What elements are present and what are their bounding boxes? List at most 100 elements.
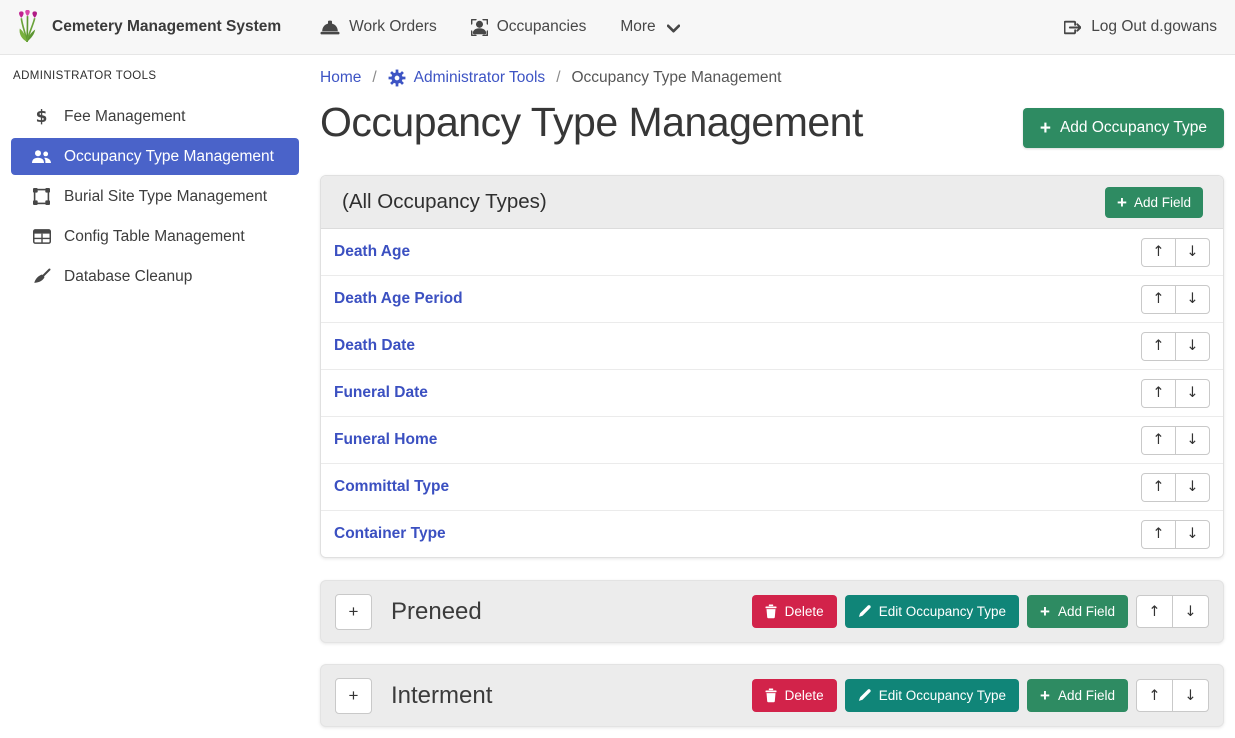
top-navbar: Cemetery Management System Work Orders O… <box>0 0 1235 55</box>
add-occupancy-type-button[interactable]: + Add Occupancy Type <box>1023 108 1224 148</box>
sidebar-item-burial-site-type-management[interactable]: Burial Site Type Management <box>11 178 299 215</box>
breadcrumb-admin-tools[interactable]: Administrator Tools <box>388 69 546 87</box>
add-field-button[interactable]: + Add Field <box>1027 595 1128 628</box>
sidebar-heading: ADMINISTRATOR TOOLS <box>0 55 310 95</box>
pencil-icon <box>858 605 871 618</box>
tulip-logo-icon <box>14 10 41 45</box>
move-down-button[interactable]: ↓ <box>1175 332 1210 361</box>
breadcrumb-home[interactable]: Home <box>320 69 361 87</box>
app-title: Cemetery Management System <box>52 18 281 36</box>
field-link-death-date[interactable]: Death Date <box>334 337 415 355</box>
field-link-death-age-period[interactable]: Death Age Period <box>334 290 463 308</box>
sidebar-item-occupancy-type-management[interactable]: Occupancy Type Management <box>11 138 299 175</box>
arrow-down-icon: ↓ <box>1186 479 1198 495</box>
move-up-button[interactable]: ↑ <box>1141 379 1176 408</box>
move-down-button[interactable]: ↓ <box>1175 426 1210 455</box>
add-field-button[interactable]: + Add Field <box>1105 187 1203 218</box>
logout-icon <box>1064 19 1081 36</box>
arrow-down-icon: ↓ <box>1186 385 1198 401</box>
sidebar-item-database-cleanup[interactable]: Database Cleanup <box>11 258 299 295</box>
field-row: Committal Type ↑ ↓ <box>321 464 1223 511</box>
hard-hat-icon <box>320 20 340 35</box>
occupancy-type-section-preneed: + Preneed Delete Edit <box>320 580 1224 643</box>
field-link-container-type[interactable]: Container Type <box>334 525 446 543</box>
field-link-funeral-home[interactable]: Funeral Home <box>334 431 437 449</box>
sidebar-item-config-table-management[interactable]: Config Table Management <box>11 218 299 255</box>
nav-work-orders-label: Work Orders <box>349 18 437 36</box>
field-link-funeral-date[interactable]: Funeral Date <box>334 384 428 402</box>
app-brand[interactable]: Cemetery Management System <box>14 10 281 45</box>
move-up-button[interactable]: ↑ <box>1141 426 1176 455</box>
field-row: Death Age Period ↑ ↓ <box>321 276 1223 323</box>
broom-icon <box>30 268 53 285</box>
plus-icon: + <box>349 686 359 706</box>
move-up-button[interactable]: ↑ <box>1141 332 1176 361</box>
plus-icon: + <box>349 602 359 622</box>
move-down-button[interactable]: ↓ <box>1172 679 1209 712</box>
edit-occupancy-type-button[interactable]: Edit Occupancy Type <box>845 595 1019 628</box>
nav-more-label: More <box>620 18 655 36</box>
move-up-button[interactable]: ↑ <box>1136 679 1173 712</box>
arrow-up-icon: ↑ <box>1152 479 1164 495</box>
sidebar-item-fee-management[interactable]: $ Fee Management <box>11 98 299 135</box>
trash-icon <box>765 604 777 619</box>
edit-occupancy-type-button[interactable]: Edit Occupancy Type <box>845 679 1019 712</box>
move-down-button[interactable]: ↓ <box>1172 595 1209 628</box>
breadcrumb-admin-tools-label: Administrator Tools <box>414 69 546 87</box>
arrow-down-icon: ↓ <box>1186 338 1198 354</box>
plus-icon: + <box>1117 194 1127 211</box>
move-down-button[interactable]: ↓ <box>1175 238 1210 267</box>
reorder-controls: ↑ ↓ <box>1136 679 1209 712</box>
main-content: Home / Administrator Tools / Occupancy T… <box>320 55 1224 727</box>
gear-icon <box>388 69 406 87</box>
delete-button[interactable]: Delete <box>752 595 837 628</box>
users-icon <box>30 150 53 164</box>
arrow-down-icon: ↓ <box>1186 526 1198 542</box>
sidebar-item-label: Database Cleanup <box>64 268 192 286</box>
move-down-button[interactable]: ↓ <box>1175 379 1210 408</box>
arrow-up-icon: ↑ <box>1152 432 1164 448</box>
delete-label: Delete <box>785 604 824 619</box>
arrow-up-icon: ↑ <box>1152 526 1164 542</box>
section-actions: Delete Edit Occupancy Type + Add Field ↑… <box>752 679 1209 712</box>
nav-more[interactable]: More <box>603 18 696 36</box>
reorder-controls: ↑ ↓ <box>1141 379 1210 408</box>
move-down-button[interactable]: ↓ <box>1175 520 1210 549</box>
logout-link[interactable]: Log Out d.gowans <box>1064 18 1221 36</box>
delete-button[interactable]: Delete <box>752 679 837 712</box>
breadcrumb: Home / Administrator Tools / Occupancy T… <box>320 55 1224 87</box>
section-actions: Delete Edit Occupancy Type + Add Field ↑… <box>752 595 1209 628</box>
move-up-button[interactable]: ↑ <box>1136 595 1173 628</box>
add-field-label: Add Field <box>1134 195 1191 210</box>
person-bounding-box-icon <box>471 19 488 36</box>
field-link-committal-type[interactable]: Committal Type <box>334 478 449 496</box>
reorder-controls: ↑ ↓ <box>1141 473 1210 502</box>
expand-button[interactable]: + <box>335 678 372 714</box>
breadcrumb-separator: / <box>372 69 376 87</box>
field-link-death-age[interactable]: Death Age <box>334 243 410 261</box>
title-row: Occupancy Type Management + Add Occupanc… <box>320 99 1224 148</box>
edit-occupancy-type-label: Edit Occupancy Type <box>879 688 1006 703</box>
nav-occupancies[interactable]: Occupancies <box>454 18 604 36</box>
nav-work-orders[interactable]: Work Orders <box>303 18 454 36</box>
move-up-button[interactable]: ↑ <box>1141 473 1176 502</box>
sidebar-item-label: Config Table Management <box>64 228 245 246</box>
move-up-button[interactable]: ↑ <box>1141 285 1176 314</box>
expand-button[interactable]: + <box>335 594 372 630</box>
reorder-controls: ↑ ↓ <box>1141 426 1210 455</box>
field-row: Funeral Date ↑ ↓ <box>321 370 1223 417</box>
sidebar-item-label: Occupancy Type Management <box>64 148 274 166</box>
bounding-box-icon <box>30 188 53 205</box>
delete-label: Delete <box>785 688 824 703</box>
pencil-icon <box>858 689 871 702</box>
move-up-button[interactable]: ↑ <box>1141 520 1176 549</box>
move-up-button[interactable]: ↑ <box>1141 238 1176 267</box>
move-down-button[interactable]: ↓ <box>1175 285 1210 314</box>
add-field-button[interactable]: + Add Field <box>1027 679 1128 712</box>
move-down-button[interactable]: ↓ <box>1175 473 1210 502</box>
field-row: Death Age ↑ ↓ <box>321 229 1223 276</box>
panel-title: (All Occupancy Types) <box>342 190 547 214</box>
occupancy-type-section-interment: + Interment Delete Edi <box>320 664 1224 727</box>
section-title: Preneed <box>391 598 482 626</box>
edit-occupancy-type-label: Edit Occupancy Type <box>879 604 1006 619</box>
